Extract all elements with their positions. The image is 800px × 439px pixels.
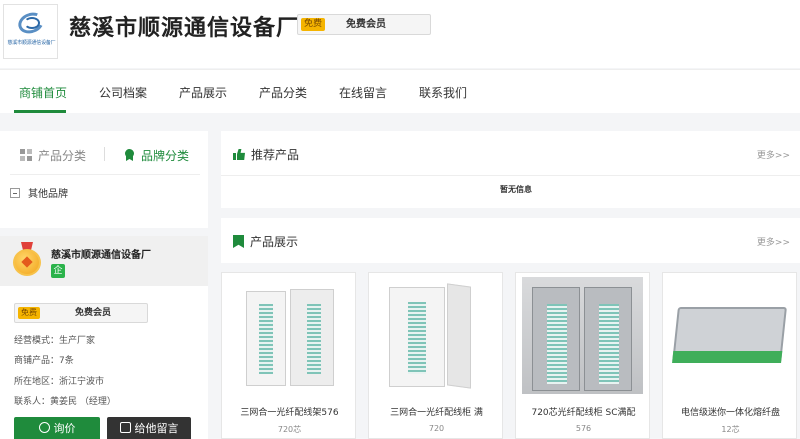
cabinet-left xyxy=(246,291,286,386)
shop-header: 慈溪市顺源通信设备厂 慈溪市顺源通信设备厂 免费 免费会员 xyxy=(0,0,800,68)
nav-profile[interactable]: 公司档案 xyxy=(99,84,147,101)
thumbs-up-icon xyxy=(233,148,246,160)
inquiry-label: 询价 xyxy=(53,422,76,435)
tab-product-label: 产品分类 xyxy=(38,149,87,163)
member-tag: 免费 xyxy=(301,18,326,31)
info-location: 所在地区：浙江宁波市 xyxy=(14,377,105,387)
cabinet-left xyxy=(532,287,580,391)
card-header: 慈溪市顺源通信设备厂 企 xyxy=(0,236,208,286)
brand-icon xyxy=(124,149,135,162)
product-name[interactable]: 三网合一光纤配线柜 满 xyxy=(373,405,500,418)
product-name[interactable]: 三网合一光纤配线架576 xyxy=(226,405,353,418)
tab-divider xyxy=(104,147,105,161)
product-card[interactable]: 电信级迷你一体化熔纤盘 12芯 xyxy=(662,272,797,439)
cabinet-right xyxy=(584,287,632,391)
info-business-mode: 经营模式：生产厂家 xyxy=(14,336,96,346)
nav-categories[interactable]: 产品分类 xyxy=(259,84,307,101)
recommended-panel: 推荐产品 更多>> 暂无信息 xyxy=(221,131,800,208)
nav-contact[interactable]: 联系我们 xyxy=(419,84,467,101)
card-company-name: 慈溪市顺源通信设备厂 xyxy=(51,250,151,261)
company-card: 慈溪市顺源通信设备厂 企 免费 免费会员 经营模式：生产厂家 商铺产品：7条 所… xyxy=(0,236,208,439)
product-spec: 12芯 xyxy=(721,425,740,434)
nav-message[interactable]: 在线留言 xyxy=(339,84,387,101)
card-member-label: 免费会员 xyxy=(75,308,112,318)
company-name: 慈溪市顺源通信设备厂 xyxy=(69,16,300,41)
product-name[interactable]: 720芯光纤配线柜 SC满配 xyxy=(520,405,647,418)
divider xyxy=(221,175,800,176)
message-icon xyxy=(119,422,131,433)
tab-divider-line xyxy=(10,174,200,175)
showcase-title: 产品展示 xyxy=(233,233,298,250)
nav-active-indicator xyxy=(14,110,66,113)
recommended-more-link[interactable]: 更多>> xyxy=(757,148,790,161)
member-label: 免费会员 xyxy=(346,19,386,30)
inquiry-button[interactable]: 询价 xyxy=(14,417,100,439)
info-product-count: 商铺产品：7条 xyxy=(14,356,74,366)
nav-products[interactable]: 产品展示 xyxy=(179,84,227,101)
recommended-title-text: 推荐产品 xyxy=(251,148,300,162)
leave-message-label: 给他留言 xyxy=(134,422,179,435)
product-card[interactable]: 720芯光纤配线柜 SC满配 576 xyxy=(515,272,650,439)
product-name[interactable]: 电信级迷你一体化熔纤盘 xyxy=(667,405,794,418)
product-image[interactable] xyxy=(522,277,643,394)
product-image[interactable] xyxy=(669,277,790,394)
cabinet-door xyxy=(447,283,471,389)
logo-text: 慈溪市顺源通信设备厂 xyxy=(7,40,56,46)
nav-home[interactable]: 商铺首页 xyxy=(19,84,67,101)
product-showcase-header: 产品展示 更多>> xyxy=(221,218,800,263)
product-image[interactable] xyxy=(228,277,349,394)
member-badge: 免费 免费会员 xyxy=(297,14,431,35)
cabinet-body xyxy=(389,287,445,387)
card-member-tag: 免费 xyxy=(18,307,40,319)
brand-item-other[interactable]: 其他品牌 xyxy=(10,185,68,200)
category-panel: 产品分类 品牌分类 其他品牌 xyxy=(0,131,208,228)
product-spec: 720芯 xyxy=(277,425,302,434)
product-card[interactable]: 三网合一光纤配线架576 720芯 xyxy=(221,272,356,439)
brand-item-label: 其他品牌 xyxy=(28,189,68,200)
card-member-badge: 免费 免费会员 xyxy=(14,303,148,323)
info-contact: 联系人：黄姜民 （经理） xyxy=(14,397,116,407)
product-image[interactable] xyxy=(375,277,496,394)
splice-tray-photo xyxy=(672,307,787,363)
leave-message-button[interactable]: 给他留言 xyxy=(107,417,191,439)
logo-swirl-inner xyxy=(24,17,40,29)
product-spec: 576 xyxy=(575,424,592,433)
chat-icon xyxy=(38,422,50,433)
showcase-more-link[interactable]: 更多>> xyxy=(757,235,790,248)
shop-nav: 商铺首页 公司档案 产品展示 产品分类 在线留言 联系我们 xyxy=(0,69,800,113)
cabinet-right xyxy=(290,289,334,386)
company-logo[interactable]: 慈溪市顺源通信设备厂 xyxy=(3,4,58,59)
grid-icon xyxy=(20,149,33,162)
bookmark-icon xyxy=(233,235,244,248)
tab-brand-label: 品牌分类 xyxy=(141,149,190,163)
medal-icon xyxy=(12,242,42,276)
tab-brand-category[interactable]: 品牌分类 xyxy=(124,147,189,164)
enterprise-badge: 企 xyxy=(51,264,65,278)
empty-message: 暂无信息 xyxy=(500,185,532,194)
product-spec: 720 xyxy=(428,424,445,433)
tab-product-category[interactable]: 产品分类 xyxy=(20,147,86,164)
showcase-title-text: 产品展示 xyxy=(250,235,299,249)
product-card[interactable]: 三网合一光纤配线柜 满 720 xyxy=(368,272,503,439)
collapse-icon[interactable] xyxy=(10,188,20,198)
recommended-title: 推荐产品 xyxy=(233,146,299,163)
